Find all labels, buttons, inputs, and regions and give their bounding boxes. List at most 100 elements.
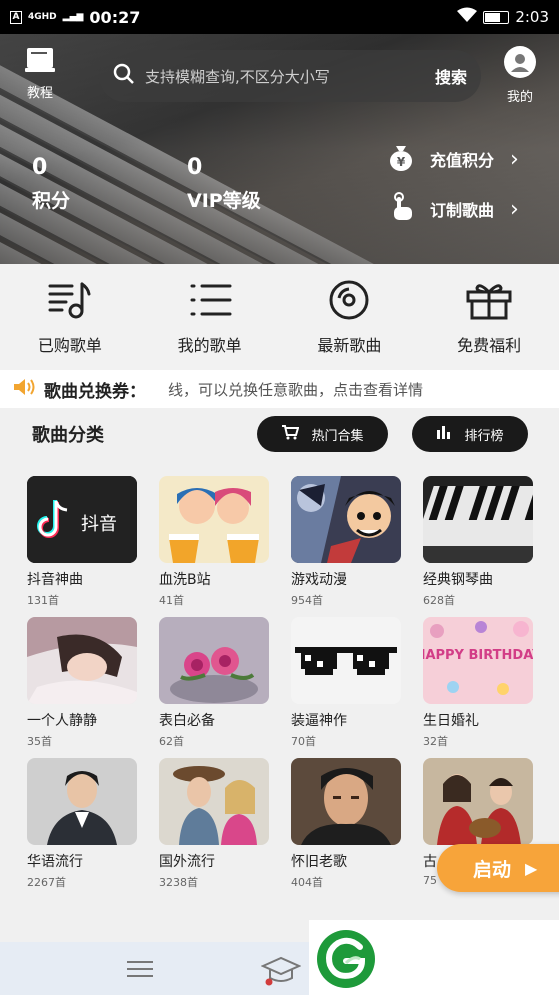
free-benefits-label: 免费福利	[457, 336, 522, 355]
search-button[interactable]: 搜索	[435, 64, 467, 88]
profile-label: 我的	[506, 90, 533, 105]
user-avatar-icon	[490, 46, 550, 82]
category-count: 628首	[423, 594, 455, 607]
my-list-button[interactable]: 我的歌单	[140, 264, 280, 370]
category-count: 70首	[291, 735, 316, 748]
carrier-badge: A	[10, 10, 22, 24]
category-name: 游戏动漫	[291, 572, 347, 588]
category-thumbnail	[291, 617, 401, 704]
vip-stat[interactable]: 0 VIP等级	[187, 155, 261, 213]
category-count: 41首	[159, 594, 184, 607]
graduation-cap-icon[interactable]	[260, 956, 302, 990]
category-card[interactable]: 一个人静静 35首	[27, 617, 137, 749]
purchased-list-label: 已购歌单	[37, 336, 102, 355]
points-label: 积分	[32, 190, 71, 212]
notice-ticker[interactable]: 歌曲兑换券： 线，可以兑换任意歌曲，点击查看详情	[0, 370, 559, 408]
category-name: 经典钢琴曲	[423, 572, 493, 588]
category-thumbnail: HAPPY BIRTHDAY	[423, 617, 533, 704]
profile-button[interactable]: 我的	[490, 46, 550, 105]
quick-menu: 已购歌单 我的歌单 最新歌曲 免费福利	[0, 264, 559, 370]
bottom-overlay	[309, 920, 559, 995]
ranking-button[interactable]: 排行榜	[412, 416, 528, 452]
category-card[interactable]: 游戏动漫 954首	[291, 476, 401, 608]
disc-icon	[280, 280, 420, 324]
tap-hand-icon	[390, 192, 416, 226]
signal-bars-icon: ▂▄▆	[62, 11, 84, 22]
my-list-icon	[140, 280, 280, 324]
category-thumbnail	[423, 476, 533, 563]
battery-icon	[483, 10, 510, 24]
category-name: 国外流行	[159, 854, 215, 870]
category-name: 一个人静静	[27, 713, 97, 729]
bar-chart-icon	[436, 425, 452, 443]
category-card[interactable]: 装逼神作 70首	[291, 617, 401, 749]
speaker-icon	[12, 378, 36, 400]
order-song-link[interactable]: 订制歌曲 ›	[390, 192, 519, 226]
category-thumbnail	[291, 476, 401, 563]
category-count: 35首	[27, 735, 52, 748]
category-thumbnail	[27, 758, 137, 845]
category-count: 3238首	[159, 876, 198, 889]
category-title: 歌曲分类	[32, 425, 104, 446]
status-time: 00:27	[89, 7, 141, 27]
category-count: 32首	[423, 735, 448, 748]
category-thumbnail	[159, 758, 269, 845]
birthday-text: HAPPY BIRTHDAY	[423, 648, 533, 663]
recharge-label: 充值积分	[430, 151, 495, 170]
points-value: 0	[32, 155, 48, 180]
newest-songs-button[interactable]: 最新歌曲	[280, 264, 420, 370]
category-thumbnail	[27, 617, 137, 704]
purchased-list-icon	[0, 280, 140, 324]
play-arrow-icon: ▶	[525, 858, 538, 878]
category-card[interactable]: 血洗B站 41首	[159, 476, 269, 608]
menu-icon[interactable]	[127, 960, 155, 982]
category-thumbnail	[159, 476, 269, 563]
my-list-label: 我的歌单	[177, 336, 242, 355]
top-bar: 教程 支持模糊查询,不区分大小写 搜索 我的	[0, 46, 559, 106]
newest-songs-label: 最新歌曲	[317, 336, 382, 355]
category-thumbnail: 抖音	[27, 476, 137, 563]
start-label: 启动	[473, 858, 512, 881]
category-name: 装逼神作	[291, 713, 347, 729]
category-card[interactable]: 抖音 抖音神曲 131首	[27, 476, 137, 608]
points-stat[interactable]: 0 积分	[32, 155, 70, 213]
category-thumbnail	[423, 758, 533, 845]
order-song-label: 订制歌曲	[430, 201, 495, 220]
category-name: 抖音神曲	[27, 572, 83, 588]
douyin-logo-text: 抖音	[81, 514, 117, 535]
money-bag-icon: ¥	[386, 142, 416, 176]
ticker-title: 歌曲兑换券：	[44, 381, 146, 402]
brand-logo-icon	[316, 929, 376, 993]
svg-text:¥: ¥	[397, 155, 406, 169]
gift-icon	[419, 280, 559, 324]
category-card[interactable]: 华语流行 2267首	[27, 758, 137, 890]
category-card[interactable]: 表白必备 62首	[159, 617, 269, 749]
hot-collection-button[interactable]: 热门合集	[257, 416, 388, 452]
category-card[interactable]: 怀旧老歌 404首	[291, 758, 401, 890]
category-count: 131首	[27, 594, 59, 607]
vip-value: 0	[187, 155, 203, 180]
cart-icon	[281, 424, 300, 444]
chevron-right-icon: ›	[510, 196, 519, 222]
start-button[interactable]: 启动 ▶	[437, 844, 559, 892]
category-count: 2267首	[27, 876, 66, 889]
category-name: 华语流行	[27, 854, 83, 870]
status-bar: A 4GHD ▂▄▆ 00:27 2:03	[0, 0, 559, 34]
tutorial-button[interactable]: 教程	[10, 46, 70, 101]
free-benefits-button[interactable]: 免费福利	[419, 264, 559, 370]
search-input[interactable]: 支持模糊查询,不区分大小写	[145, 66, 427, 87]
recharge-link[interactable]: ¥ 充值积分 ›	[386, 142, 519, 176]
category-count: 62首	[159, 735, 184, 748]
category-name: 怀旧老歌	[291, 854, 347, 870]
hot-collection-label: 热门合集	[311, 428, 364, 444]
category-name: 表白必备	[159, 713, 215, 729]
ranking-label: 排行榜	[464, 428, 504, 444]
purchased-list-button[interactable]: 已购歌单	[0, 264, 140, 370]
search-bar[interactable]: 支持模糊查询,不区分大小写 搜索	[99, 50, 481, 102]
network-indicator: 4GHD	[28, 11, 57, 22]
category-card[interactable]: 国外流行 3238首	[159, 758, 269, 890]
category-card[interactable]: 经典钢琴曲 628首	[423, 476, 533, 608]
category-header: 歌曲分类 热门合集 排行榜	[0, 408, 559, 460]
search-icon	[113, 63, 135, 89]
category-card[interactable]: HAPPY BIRTHDAY 生日婚礼 32首	[423, 617, 533, 749]
